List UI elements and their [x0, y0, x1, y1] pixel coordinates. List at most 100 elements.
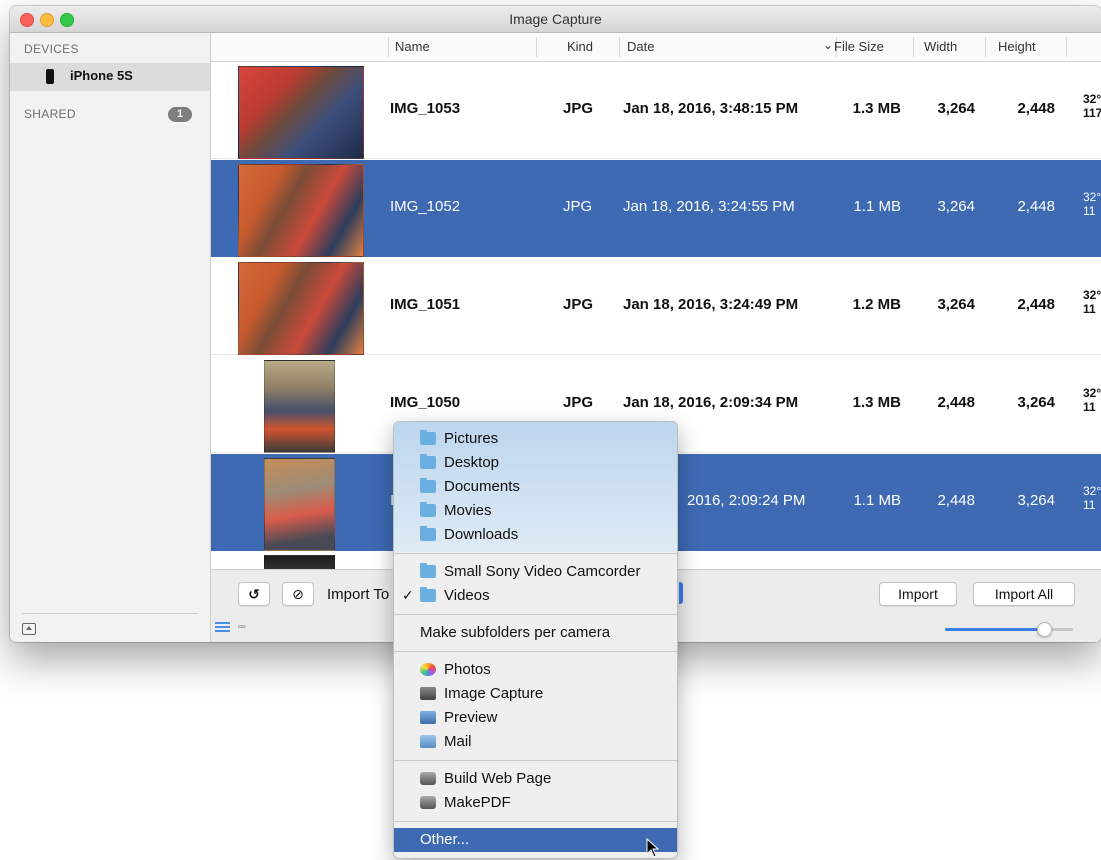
sidebar-item-iphone[interactable]: iPhone 5S	[10, 63, 210, 91]
cell-overflow: 32° 11	[1083, 484, 1101, 512]
sort-chevron-down-icon[interactable]: ⌄	[823, 38, 833, 52]
downloads-folder-icon	[420, 526, 436, 541]
devices-header: DEVICES	[24, 42, 79, 56]
cell-overflow: 32° 11	[1083, 190, 1101, 218]
cell-kind: JPG	[563, 198, 593, 215]
menu-item-other[interactable]: Other...	[394, 828, 677, 852]
camcorder-folder-icon	[420, 563, 436, 578]
column-header-name[interactable]: Name	[395, 39, 430, 54]
menu-item-downloads[interactable]: Downloads	[394, 523, 677, 547]
cell-overflow-top: 32°	[1083, 386, 1101, 400]
column-header-width[interactable]: Width	[924, 39, 957, 54]
menu-item-label: Videos	[444, 587, 490, 604]
menu-separator	[394, 651, 677, 652]
cell-overflow: 32° 11	[1083, 288, 1101, 316]
menu-item-mail[interactable]: Mail	[394, 730, 677, 754]
cell-overflow-top: 32°	[1083, 288, 1101, 302]
column-divider	[388, 37, 389, 57]
cell-name: IMG_1053	[390, 100, 461, 117]
import-destination-popup-edge[interactable]	[679, 582, 683, 604]
column-header-date[interactable]: Date	[627, 39, 654, 54]
cell-date: Jan 18, 2016, 2:09:34 PM	[623, 394, 799, 411]
menu-item-documents[interactable]: Documents	[394, 475, 677, 499]
import-all-button[interactable]: Import All	[973, 582, 1075, 606]
cell-height: 2,448	[1017, 100, 1055, 117]
menu-item-label: MakePDF	[444, 794, 511, 811]
column-header-height[interactable]: Height	[998, 39, 1036, 54]
videos-folder-icon	[420, 587, 436, 602]
slider-fill	[945, 628, 1043, 631]
shared-count-badge: 1	[168, 107, 192, 122]
photos-app-icon	[420, 663, 436, 676]
preview-app-icon	[420, 711, 436, 724]
device-name: iPhone 5S	[70, 68, 133, 83]
menu-item-label: Desktop	[444, 454, 500, 471]
automator-action-icon	[420, 796, 436, 809]
cell-name: IMG_1050	[390, 394, 461, 411]
menu-item-label: Downloads	[444, 526, 519, 543]
checkmark-icon: ✓	[402, 587, 414, 603]
cell-width: 3,264	[937, 100, 975, 117]
menu-item-photos[interactable]: Photos	[394, 658, 677, 682]
import-button[interactable]: Import	[879, 582, 957, 606]
list-view-icon[interactable]	[215, 622, 230, 632]
menu-item-movies[interactable]: Movies	[394, 499, 677, 523]
column-header-file-size[interactable]: File Size	[834, 39, 884, 54]
photo-thumbnail[interactable]	[238, 164, 364, 257]
menu-item-videos[interactable]: ✓ Videos	[394, 584, 677, 608]
cell-file-size: 1.1 MB	[853, 492, 901, 509]
cell-width: 2,448	[937, 394, 975, 411]
column-header-kind[interactable]: Kind	[567, 39, 593, 54]
photo-thumbnail[interactable]	[238, 262, 364, 355]
cell-date: 2016, 2:09:24 PM	[687, 492, 806, 509]
cell-name: IMG_1052	[390, 198, 461, 215]
photo-thumbnail[interactable]	[238, 66, 364, 159]
menu-item-label: Photos	[444, 661, 491, 678]
slider-knob[interactable]	[1037, 622, 1052, 637]
image-capture-app-icon	[420, 687, 436, 700]
menu-item-label: Mail	[444, 733, 472, 750]
menu-item-makepdf[interactable]: MakePDF	[394, 791, 677, 815]
iphone-icon	[46, 69, 54, 84]
menu-item-label: Documents	[444, 478, 520, 495]
delete-button[interactable]: ⊘	[282, 582, 314, 606]
table-row[interactable]: IMG_1051 JPG Jan 18, 2016, 3:24:49 PM 1.…	[211, 258, 1101, 355]
cell-overflow-top: 32°	[1083, 190, 1101, 204]
photo-thumbnail[interactable]	[264, 360, 335, 453]
cell-height: 3,264	[1017, 394, 1055, 411]
menu-item-build-web-page[interactable]: Build Web Page	[394, 767, 677, 791]
eject-icon[interactable]	[22, 623, 36, 635]
cell-height: 3,264	[1017, 492, 1055, 509]
column-divider	[1066, 37, 1067, 57]
column-divider	[985, 37, 986, 57]
menu-item-label: Build Web Page	[444, 770, 552, 787]
table-row-selected[interactable]: IMG_1052 JPG Jan 18, 2016, 3:24:55 PM 1.…	[211, 160, 1101, 257]
cell-file-size: 1.2 MB	[852, 296, 901, 313]
menu-item-image-capture[interactable]: Image Capture	[394, 682, 677, 706]
pictures-folder-icon	[420, 430, 436, 445]
cell-width: 3,264	[937, 296, 975, 313]
cell-file-size: 1.1 MB	[853, 198, 901, 215]
cell-width: 2,448	[937, 492, 975, 509]
thumbnail-size-slider[interactable]	[945, 622, 1073, 637]
menu-item-label: Make subfolders per camera	[420, 624, 611, 641]
menu-separator	[394, 614, 677, 615]
menu-item-preview[interactable]: Preview	[394, 706, 677, 730]
menu-item-label: Pictures	[444, 430, 499, 447]
photo-thumbnail[interactable]	[264, 458, 335, 551]
table-row[interactable]: IMG_1053 JPG Jan 18, 2016, 3:48:15 PM 1.…	[211, 62, 1101, 159]
cell-overflow: 32° 117	[1083, 92, 1101, 120]
sidebar-divider	[22, 613, 198, 614]
menu-item-camcorder[interactable]: Small Sony Video Camcorder	[394, 560, 677, 584]
column-headers: Name Kind Date ⌄ File Size Width Height	[211, 33, 1101, 62]
grid-view-icon[interactable]: ▫▫	[238, 621, 246, 633]
shared-header[interactable]: SHARED	[24, 107, 76, 121]
menu-item-desktop[interactable]: Desktop	[394, 451, 677, 475]
movies-folder-icon	[420, 502, 436, 517]
rotate-left-button[interactable]: ↺	[238, 582, 270, 606]
menu-item-pictures[interactable]: Pictures	[394, 427, 677, 451]
menu-item-make-subfolders[interactable]: Make subfolders per camera	[394, 621, 677, 645]
mail-app-icon	[420, 735, 436, 748]
cell-overflow-bottom: 11	[1083, 302, 1096, 316]
desktop-folder-icon	[420, 454, 436, 469]
